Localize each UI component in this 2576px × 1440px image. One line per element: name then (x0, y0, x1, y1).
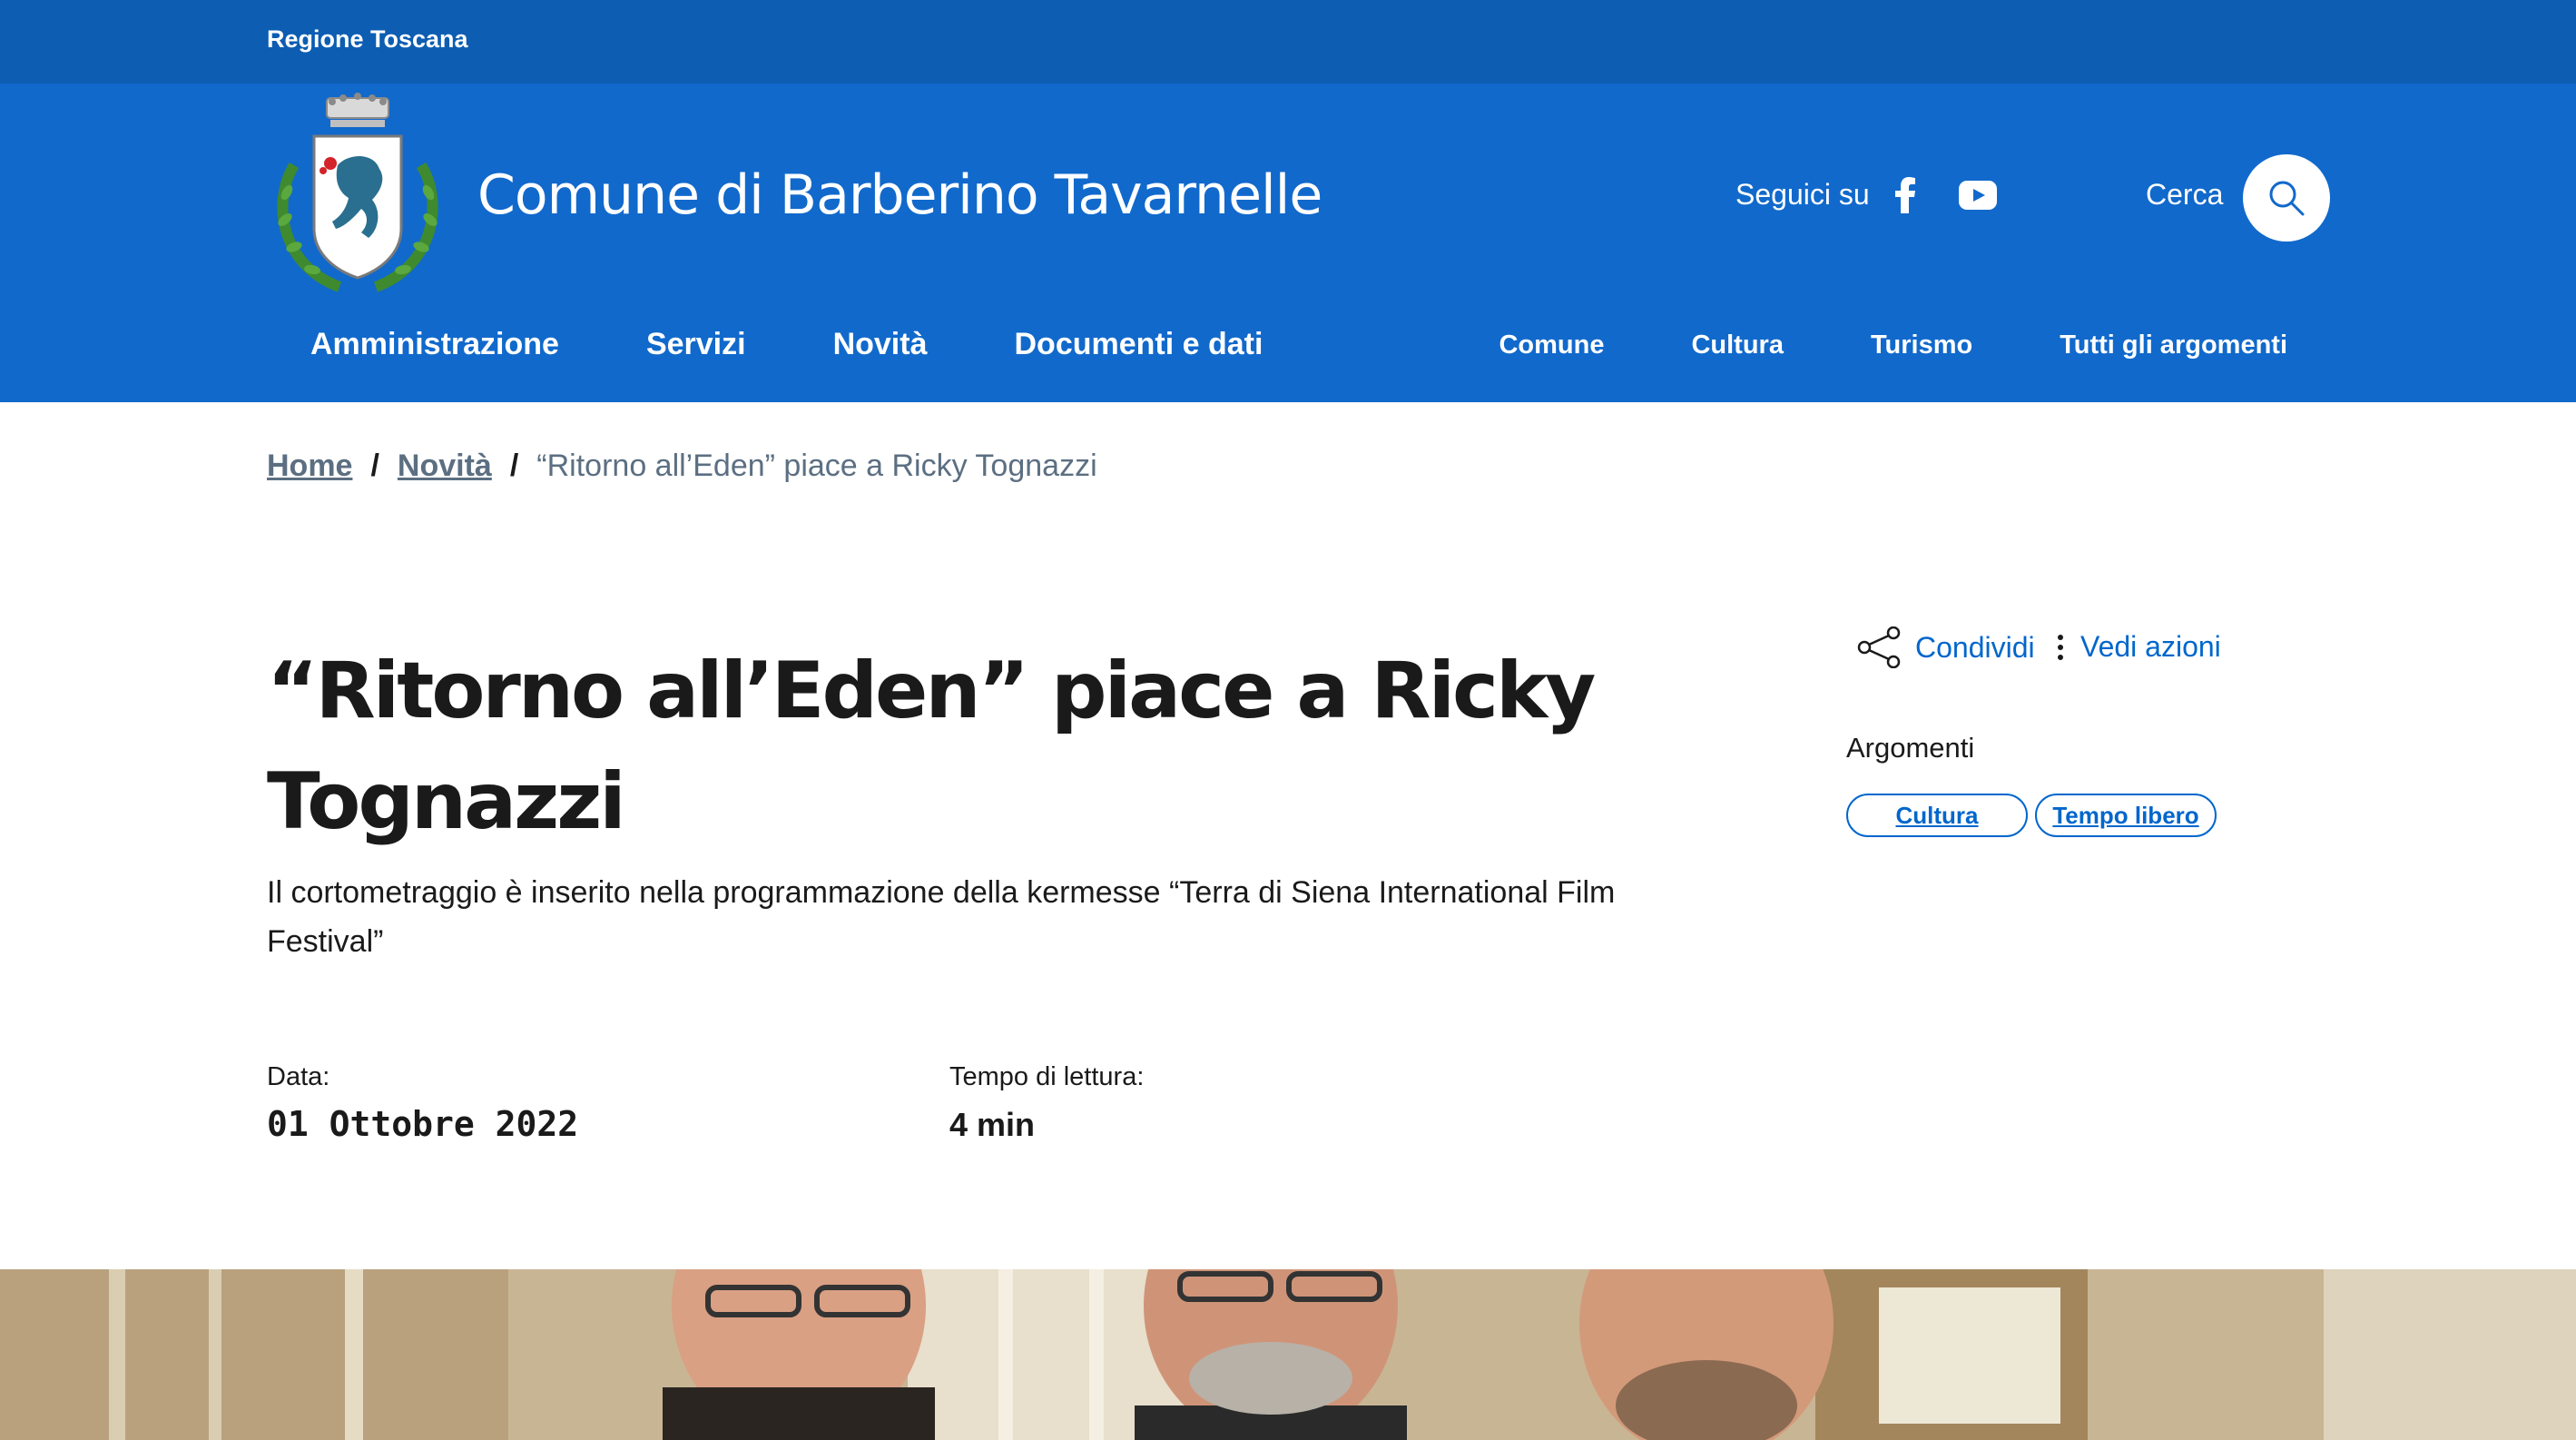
nav-topic-turismo[interactable]: Turismo (1827, 330, 2016, 360)
share-label: Condividi (1915, 630, 2035, 664)
nav-item-amministrazione[interactable]: Amministrazione (267, 327, 603, 362)
breadcrumb-current: “Ritorno all’Eden” piace a Ricky Tognazz… (536, 449, 1097, 483)
share-button[interactable]: Condividi (1857, 626, 2035, 668)
topics-title: Argomenti (1846, 732, 1975, 764)
nav-item-documenti[interactable]: Documenti e dati (971, 327, 1307, 362)
more-vertical-icon (2058, 634, 2063, 660)
breadcrumb-home[interactable]: Home (267, 449, 352, 484)
facebook-icon[interactable] (1892, 177, 1919, 213)
site-title[interactable]: Comune di Barberino Tavarnelle (477, 163, 1322, 227)
nav-item-servizi[interactable]: Servizi (603, 327, 790, 362)
nav-topic-comune[interactable]: Comune (1455, 330, 1647, 360)
region-link[interactable]: Regione Toscana (267, 25, 468, 54)
reading-time-value: 4 min (949, 1106, 1036, 1143)
breadcrumb-separator: / (509, 449, 519, 483)
main-navigation: Amministrazione Servizi Novità Documenti… (267, 327, 1306, 362)
actions-button[interactable]: Vedi azioni (2057, 630, 2221, 664)
event-photo (0, 1269, 2576, 1440)
slim-header: Regione Toscana (0, 0, 2576, 84)
breadcrumb-separator: / (370, 449, 379, 483)
search-label: Cerca (2146, 178, 2224, 211)
search-button[interactable] (2243, 154, 2330, 242)
actions-label: Vedi azioni (2080, 630, 2221, 663)
share-icon (1857, 626, 1901, 668)
nav-item-novita[interactable]: Novità (790, 327, 971, 362)
search-icon (2269, 181, 2305, 216)
breadcrumb-novita[interactable]: Novità (398, 449, 492, 484)
hero-image (0, 1269, 2576, 1440)
topic-chip-cultura[interactable]: Cultura (1846, 794, 2028, 837)
topic-chip-tempo-libero[interactable]: Tempo libero (2035, 794, 2217, 837)
secondary-navigation: Comune Cultura Turismo Tutti gli argomen… (1455, 330, 2331, 360)
social-label: Seguici su (1735, 178, 1870, 211)
article-lead: Il cortometraggio è inserito nella progr… (267, 875, 1616, 959)
date-label: Data: (267, 1062, 330, 1091)
nav-topic-cultura[interactable]: Cultura (1647, 330, 1827, 360)
page-title: “Ritorno all’Eden” piace a Ricky Tognazz… (267, 646, 1596, 847)
breadcrumb: Home / Novità / “Ritorno all’Eden” piace… (267, 449, 1097, 484)
center-header: Comune di Barberino Tavarnelle Seguici s… (0, 84, 2576, 402)
youtube-icon[interactable] (1959, 181, 1997, 210)
reading-time-label: Tempo di lettura: (949, 1062, 1145, 1091)
coat-of-arms-logo[interactable] (267, 93, 448, 307)
nav-topic-tutti[interactable]: Tutti gli argomenti (2016, 330, 2331, 360)
date-value: 01 Ottobre 2022 (267, 1104, 579, 1144)
topic-chips: Cultura Tempo libero (1846, 794, 2217, 837)
